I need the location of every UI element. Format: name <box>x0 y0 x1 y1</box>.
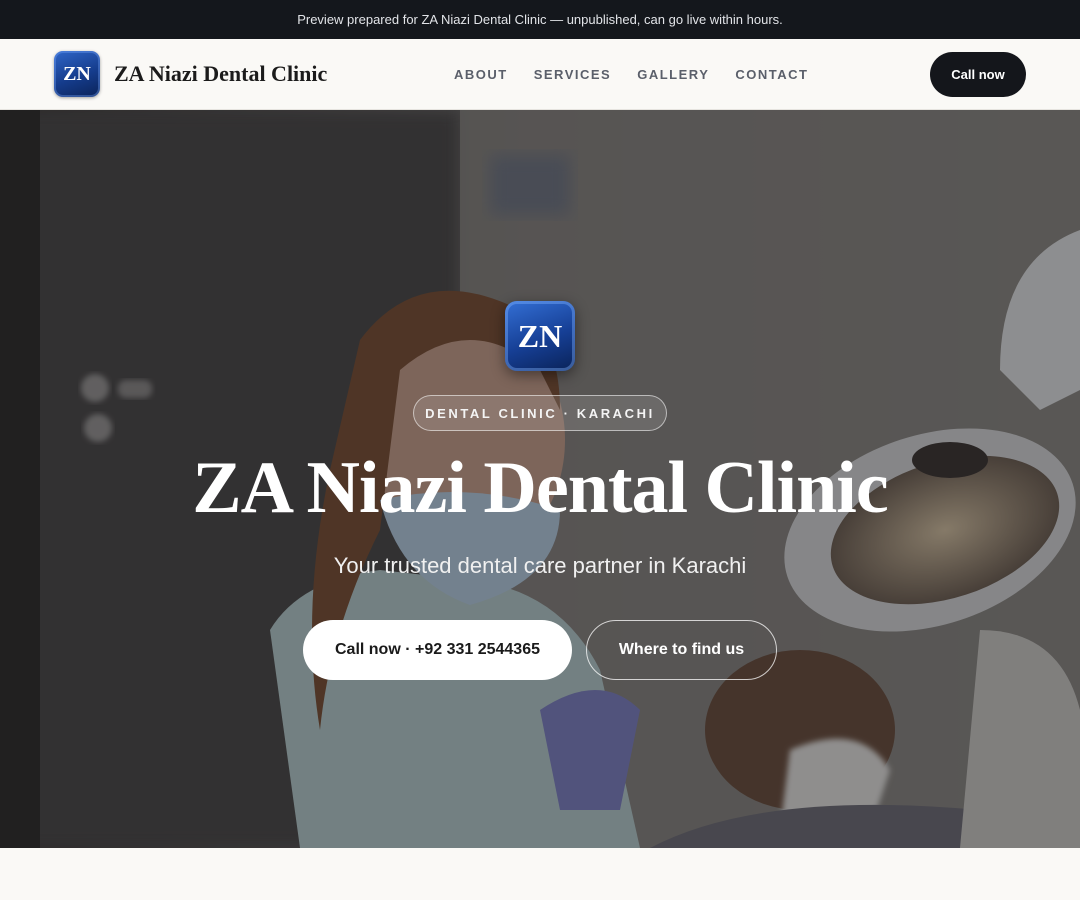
site-header: ZN ZA Niazi Dental Clinic ABOUT SERVICES… <box>0 39 1080 110</box>
hero-logo: ZN <box>505 301 575 371</box>
preview-banner: Preview prepared for ZA Niazi Dental Cli… <box>0 0 1080 39</box>
nav-gallery[interactable]: GALLERY <box>637 67 709 82</box>
nav-services[interactable]: SERVICES <box>534 67 612 82</box>
hero-section: ZN DENTAL CLINIC · KARACHI ZA Niazi Dent… <box>0 110 1080 848</box>
brand[interactable]: ZN ZA Niazi Dental Clinic <box>54 51 327 97</box>
logo-initials: ZN <box>63 62 91 85</box>
hero-call-button[interactable]: Call now · +92 331 2544365 <box>303 620 572 680</box>
hero-title: ZA Niazi Dental Clinic <box>192 447 888 529</box>
hero-location-button[interactable]: Where to find us <box>586 620 777 680</box>
header-call-button[interactable]: Call now <box>930 52 1026 97</box>
nav-about[interactable]: ABOUT <box>454 67 508 82</box>
nav-contact[interactable]: CONTACT <box>735 67 808 82</box>
brand-name[interactable]: ZA Niazi Dental Clinic <box>114 61 327 87</box>
hero-logo-initials: ZN <box>517 317 563 354</box>
hero-badge: DENTAL CLINIC · KARACHI <box>413 395 667 431</box>
hero-subtitle: Your trusted dental care partner in Kara… <box>333 553 747 578</box>
main-nav: ABOUT SERVICES GALLERY CONTACT <box>454 39 834 109</box>
clinic-logo[interactable]: ZN <box>54 51 100 97</box>
next-section <box>0 848 1080 900</box>
preview-banner-text: Preview prepared for ZA Niazi Dental Cli… <box>297 12 783 27</box>
